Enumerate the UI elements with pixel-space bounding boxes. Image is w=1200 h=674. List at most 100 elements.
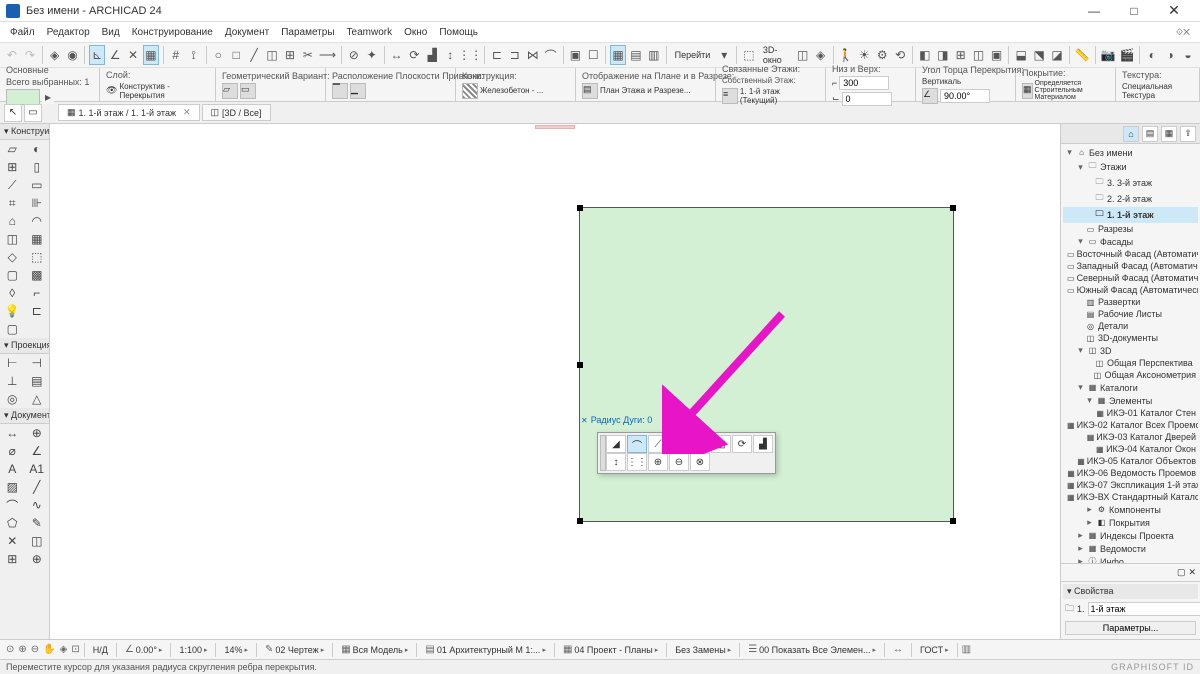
vb-replace[interactable]: Без Замены▸: [671, 645, 735, 655]
vb-model[interactable]: ▦Вся Модель▸: [337, 644, 412, 655]
split-icon[interactable]: ⊞: [282, 45, 298, 65]
zoom3-icon[interactable]: ⊖: [31, 644, 39, 655]
menu-help[interactable]: Помощь: [433, 25, 484, 40]
section-icon[interactable]: ▤: [628, 45, 644, 65]
pet-move-icon[interactable]: ◫: [711, 435, 731, 453]
angle-icon[interactable]: ∠: [922, 88, 938, 104]
nav-catalog-1[interactable]: ▦ИКЭ-01 Каталог Стен: [1063, 407, 1198, 419]
t3-icon[interactable]: ◒: [1180, 45, 1196, 65]
minimize-button[interactable]: —: [1074, 0, 1114, 22]
nav-story-1[interactable]: 🗀1. 1-й этаж: [1063, 207, 1198, 223]
persp-icon[interactable]: ◫: [795, 45, 811, 65]
pet-op-icon[interactable]: ⊗: [690, 453, 710, 471]
view4-icon[interactable]: ◫: [971, 45, 987, 65]
nav-pub-icon[interactable]: ⇪: [1180, 126, 1196, 142]
vb-nd[interactable]: Н/Д: [89, 645, 112, 655]
display-icon[interactable]: ▤: [582, 83, 598, 99]
extra-tool-icon[interactable]: ▢: [0, 320, 25, 338]
cwall-tool-icon[interactable]: ▦: [25, 230, 50, 248]
axo-icon[interactable]: ◈: [813, 45, 829, 65]
menu-design[interactable]: Конструирование: [126, 25, 219, 40]
magic-icon[interactable]: ✦: [364, 45, 380, 65]
change-tool-icon[interactable]: △: [25, 390, 50, 408]
vb-dims[interactable]: ↔: [889, 644, 907, 655]
trace-ref-icon[interactable]: ▣: [567, 45, 583, 65]
nav-indexes[interactable]: ▸▦Индексы Проекта: [1063, 529, 1198, 542]
navigator-tree[interactable]: ▾⌂Без имени ▾🗀Этажи 🗀3. 3-й этаж 🗀2. 2-й…: [1061, 144, 1200, 563]
nav-catalog-6[interactable]: ▦ИКЭ-06 Ведомость Проемов: [1063, 467, 1198, 479]
angle-input[interactable]: [940, 89, 990, 103]
fill-tool-icon[interactable]: ▨: [0, 478, 25, 496]
geom-rect-icon[interactable]: ▭: [240, 83, 256, 99]
goto-caret-icon[interactable]: ▾: [716, 45, 732, 65]
nav-story-2[interactable]: 🗀2. 2-й этаж: [1063, 191, 1198, 207]
zoom1-icon[interactable]: ⊙: [6, 644, 14, 655]
layer-eye-icon[interactable]: 👁: [106, 85, 117, 96]
preview-caret-icon[interactable]: ▸: [42, 90, 54, 104]
adjust-icon[interactable]: ⊐: [507, 45, 523, 65]
zoom6-icon[interactable]: ⊡: [71, 644, 79, 655]
morph-tool-icon[interactable]: ◇: [0, 248, 25, 266]
story-name-input[interactable]: [1088, 602, 1200, 616]
marquee-icon[interactable]: ☐: [585, 45, 601, 65]
roof-tool-icon[interactable]: ⌂: [0, 212, 25, 230]
explore-icon[interactable]: ⚙: [874, 45, 890, 65]
corner-tool-icon[interactable]: ⌐: [25, 284, 50, 302]
zone-tool-icon[interactable]: ▢: [0, 266, 25, 284]
3d-label[interactable]: 3D-окно: [759, 45, 793, 65]
nav-view-icon[interactable]: ▤: [1142, 126, 1158, 142]
elev-icon[interactable]: ▥: [646, 45, 662, 65]
pet-curve-edge-icon[interactable]: ⌒: [627, 435, 647, 453]
menu-document[interactable]: Документ: [219, 25, 275, 40]
pet-tangent-icon[interactable]: ⟋: [648, 435, 668, 453]
story-icon[interactable]: ≡: [722, 88, 738, 104]
slab-handle-br[interactable]: [950, 518, 956, 524]
nav-schedules[interactable]: ▸▦Ведомости: [1063, 542, 1198, 555]
nav-worksheets[interactable]: ▤Рабочие Листы: [1063, 308, 1198, 320]
fillet-icon[interactable]: ⌒: [543, 45, 559, 65]
marquee-tool-icon[interactable]: ▭: [24, 104, 42, 122]
tab-close-icon[interactable]: ✕: [183, 107, 191, 118]
arrow-tool-icon[interactable]: ↖: [4, 104, 22, 122]
detail-tool-icon[interactable]: ◎: [0, 390, 25, 408]
plan-view-icon[interactable]: ▦: [610, 45, 626, 65]
bot-input[interactable]: [842, 92, 892, 106]
pet-add-icon[interactable]: ⊕: [648, 453, 668, 471]
nav-info[interactable]: ▸ⓘИнфо: [1063, 555, 1198, 563]
nav-facade-south[interactable]: ▭Южный Фасад (Автоматически П: [1063, 284, 1198, 296]
suspend-icon[interactable]: ⊘: [346, 45, 362, 65]
cover-value[interactable]: Определяется Строительным Материалом: [1035, 80, 1109, 101]
nav-catalog-8[interactable]: ▦ИКЭ-ВХ Стандартный Каталог: [1063, 491, 1198, 503]
zoom5-icon[interactable]: ◈: [60, 644, 68, 655]
menu-window[interactable]: Окно: [398, 25, 433, 40]
grid-tool-icon[interactable]: ⊞: [0, 550, 25, 568]
vb-gost[interactable]: ГОСТ▸: [916, 645, 953, 655]
opening-tool-icon[interactable]: ◊: [0, 284, 25, 302]
cover-icon[interactable]: ▦: [1022, 83, 1033, 99]
zoom4-icon[interactable]: ✋: [43, 644, 55, 655]
plane-top-icon[interactable]: ▔: [332, 83, 348, 99]
vb-drawing[interactable]: ✎02 Чертеж▸: [261, 644, 328, 655]
nav-catalog-4[interactable]: ▦ИКЭ-04 Каталог Окон: [1063, 443, 1198, 455]
nav-components[interactable]: ▸⚙Компоненты: [1063, 503, 1198, 516]
mark1-icon[interactable]: ⬓: [1013, 45, 1029, 65]
trace-icon[interactable]: ◫: [264, 45, 280, 65]
snap-guide-icon[interactable]: ∠: [107, 45, 123, 65]
elev-tool-icon[interactable]: ⊣: [25, 354, 50, 372]
mark3-icon[interactable]: ◪: [1049, 45, 1065, 65]
window-pin[interactable]: ⟐✕: [1170, 25, 1196, 40]
props-header[interactable]: ▾ Свойства: [1063, 584, 1198, 599]
window-tool-icon[interactable]: ⊞: [0, 158, 25, 176]
pet-mirror-icon[interactable]: ▟: [753, 435, 773, 453]
vb-scale[interactable]: 1:100▸: [175, 645, 211, 655]
slab-tool-icon[interactable]: ▭: [25, 176, 50, 194]
struct-icon[interactable]: [462, 83, 478, 99]
lamp-tool-icon[interactable]: 💡: [0, 302, 25, 320]
nav-unfolds[interactable]: ▥Развертки: [1063, 296, 1198, 308]
snap-perp-icon[interactable]: ⊾: [89, 45, 105, 65]
nav-axonometry[interactable]: ◫Общая Аксонометрия: [1063, 369, 1198, 381]
camera-icon[interactable]: 📷: [1100, 45, 1117, 65]
slab-handle-tl[interactable]: [577, 205, 583, 211]
extend-icon[interactable]: ⟶: [318, 45, 337, 65]
intersect-icon[interactable]: ⋈: [525, 45, 541, 65]
